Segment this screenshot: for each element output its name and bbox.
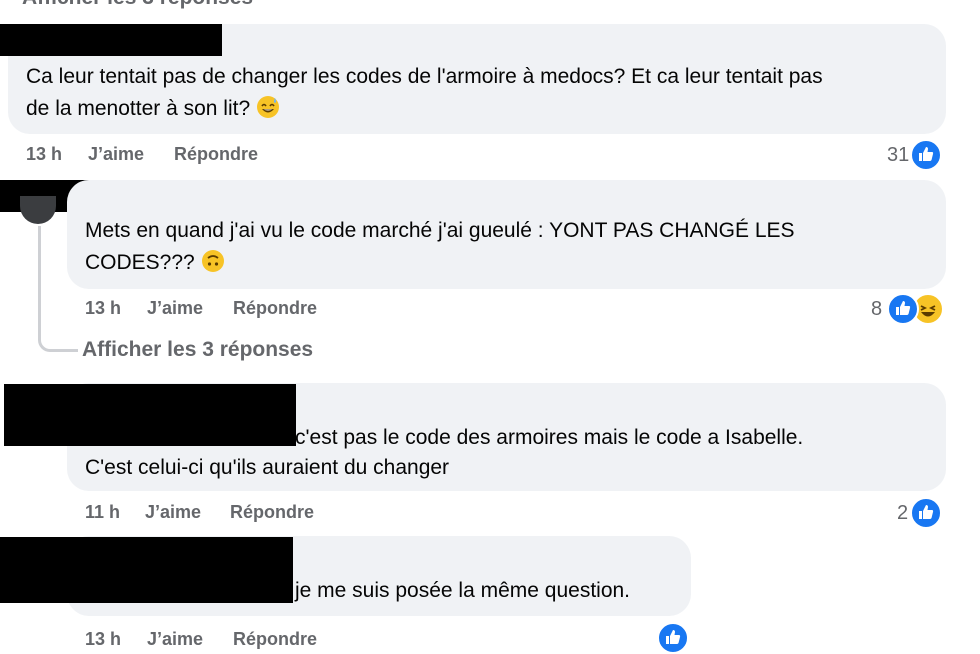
comment-text-line: de la menotter à son lit? [26,97,251,120]
like-reaction-icon[interactable] [657,622,689,654]
reply-button[interactable]: Répondre [230,502,314,523]
comment-actions: 11 h J’aime Répondre [85,502,485,526]
like-button[interactable]: J’aime [88,144,144,165]
reply-button[interactable]: Répondre [174,144,258,165]
thread-connector-line [38,226,78,352]
comment-timestamp[interactable]: 13 h [85,298,121,319]
comment-actions: 13 h J’aime Répondre [26,144,426,168]
reply-button[interactable]: Répondre [233,629,317,650]
upside-down-face-emoji [201,249,225,282]
comment-actions: 13 h J’aime Répondre [85,629,485,653]
comment-bubble: Mets en quand j'ai vu le code marché j'a… [67,180,946,289]
grinning-sweat-emoji [256,95,280,128]
reaction-count[interactable]: 8 [871,298,882,321]
like-reaction-icon[interactable] [887,293,919,325]
reaction-count[interactable]: 31 [887,144,909,167]
comment-timestamp[interactable]: 13 h [26,144,62,165]
redacted-author-name [0,24,222,56]
avatar[interactable] [20,196,56,224]
comment-text-line: je me suis posée la même question. [295,579,631,602]
view-replies-link-top[interactable]: Afficher les 3 réponses [22,0,253,10]
redacted-author-name [4,384,296,446]
redacted-author-name [0,537,293,603]
comment-text-line: c'est pas le code des armoires mais le c… [295,426,804,449]
like-button[interactable]: J’aime [145,502,201,523]
like-reaction-icon[interactable] [910,497,942,529]
comment-text-line: Mets en quand j'ai vu le code marché j'a… [85,219,795,242]
like-reaction-icon[interactable] [910,139,942,171]
like-button[interactable]: J’aime [147,629,203,650]
comment-timestamp[interactable]: 13 h [85,629,121,650]
comment-text-line: CODES??? [85,251,195,274]
view-replies-link[interactable]: Afficher les 3 réponses [82,338,313,362]
comment-actions: 13 h J’aime Répondre [85,298,485,322]
comment-text-line: C'est celui-ci qu'ils auraient du change… [85,456,450,479]
comment-text-line: Ca leur tentait pas de changer les codes… [26,65,823,88]
comment-timestamp[interactable]: 11 h [85,502,120,523]
reaction-count[interactable]: 2 [897,502,908,525]
like-button[interactable]: J’aime [147,298,203,319]
reply-button[interactable]: Répondre [233,298,317,319]
